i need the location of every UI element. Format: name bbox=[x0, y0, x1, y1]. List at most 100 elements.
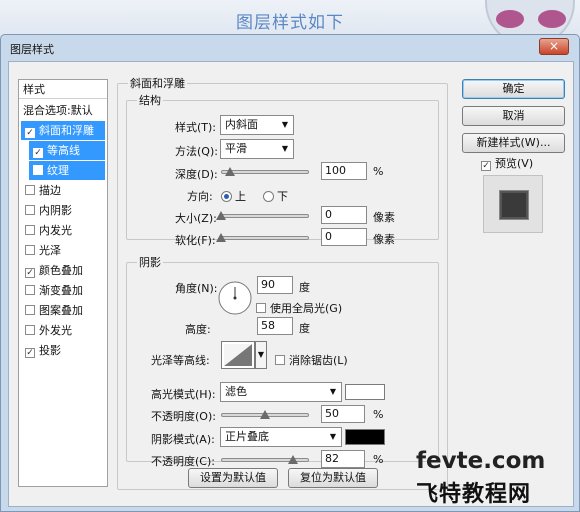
styles-list-item[interactable]: 描边 bbox=[21, 181, 105, 200]
checkbox-icon[interactable] bbox=[33, 165, 43, 175]
checkbox-icon[interactable] bbox=[25, 285, 35, 295]
global-light-checkbox[interactable]: 使用全局光(G) bbox=[256, 300, 342, 316]
cancel-button[interactable]: 取消 bbox=[462, 106, 565, 126]
checkbox-icon[interactable] bbox=[25, 245, 35, 255]
styles-list-item[interactable]: ✓ 投影 bbox=[21, 341, 105, 360]
angle-field[interactable]: 90 bbox=[257, 276, 293, 294]
close-button[interactable]: × bbox=[539, 38, 569, 55]
styles-list-item-label: 内阴影 bbox=[39, 204, 72, 217]
altitude-label: 高度: bbox=[185, 323, 211, 336]
technique-select[interactable]: 平滑 ▼ bbox=[220, 139, 294, 159]
reset-default-button[interactable]: 复位为默认值 bbox=[288, 468, 378, 488]
styles-list-item[interactable]: 内阴影 bbox=[21, 201, 105, 220]
highlight-mode-select[interactable]: 滤色 ▼ bbox=[220, 382, 342, 402]
bevel-group-title: 斜面和浮雕 bbox=[130, 77, 185, 90]
make-default-button[interactable]: 设置为默认值 bbox=[188, 468, 278, 488]
highlight-opacity-thumb[interactable] bbox=[260, 410, 270, 419]
highlight-mode-label: 高光模式(H): bbox=[151, 388, 216, 401]
style-preview-swatch bbox=[499, 190, 529, 220]
size-unit: 像素 bbox=[373, 211, 395, 224]
ok-button[interactable]: 确定 bbox=[462, 79, 565, 99]
checkbox-icon bbox=[256, 303, 266, 313]
contour-dropdown-chevron-icon[interactable]: ▼ bbox=[255, 341, 267, 369]
styles-list-item[interactable]: 内发光 bbox=[21, 221, 105, 240]
size-slider-thumb[interactable] bbox=[216, 211, 226, 220]
size-slider[interactable] bbox=[216, 211, 309, 221]
styles-list-item-label: 内发光 bbox=[39, 224, 72, 237]
preview-checkbox[interactable]: ✓ 预览(V) bbox=[481, 155, 533, 171]
dialog-client: 样式 混合选项:默认 ✓ 斜面和浮雕 ✓ 等高线 纹理 描边 内阴影 内发光 光泽 ✓ 颜色叠加 渐变叠… bbox=[8, 61, 574, 507]
styles-list-item[interactable]: 图案叠加 bbox=[21, 301, 105, 320]
direction-up-radio[interactable]: 上 bbox=[221, 188, 246, 204]
size-slider-track bbox=[221, 214, 309, 218]
highlight-color-swatch[interactable] bbox=[345, 384, 385, 400]
styles-list-item[interactable]: ✓ 颜色叠加 bbox=[21, 261, 105, 280]
shadow-opacity-slider[interactable] bbox=[221, 455, 309, 465]
highlight-opacity-field[interactable]: 50 bbox=[321, 405, 365, 423]
styles-list-item-label: 图案叠加 bbox=[39, 304, 83, 317]
watermark-site-name: 飞特教程网 bbox=[416, 482, 532, 507]
checkbox-icon[interactable] bbox=[25, 205, 35, 215]
antialias-checkbox[interactable]: 消除锯齿(L) bbox=[275, 352, 348, 368]
soften-slider[interactable] bbox=[216, 233, 309, 243]
checkbox-checked-icon[interactable]: ✓ bbox=[33, 148, 43, 158]
soften-label: 软化(F): bbox=[175, 234, 216, 247]
checkbox-icon[interactable] bbox=[25, 185, 35, 195]
watermark-domain: fevte.com bbox=[416, 448, 546, 474]
dialog-titlebar[interactable]: 图层样式 × bbox=[1, 35, 579, 61]
checkbox-checked-icon[interactable]: ✓ bbox=[25, 128, 35, 138]
styles-list-item-label: 外发光 bbox=[39, 324, 72, 337]
shadow-opacity-label: 不透明度(C): bbox=[151, 455, 215, 468]
style-select[interactable]: 内斜面 ▼ bbox=[220, 115, 294, 135]
size-field[interactable]: 0 bbox=[321, 206, 367, 224]
angle-dial[interactable] bbox=[217, 280, 253, 316]
checkbox-icon[interactable] bbox=[25, 305, 35, 315]
styles-list-item[interactable]: 外发光 bbox=[21, 321, 105, 340]
checkbox-checked-icon[interactable]: ✓ bbox=[25, 268, 35, 278]
highlight-opacity-slider[interactable] bbox=[221, 410, 309, 420]
depth-slider[interactable] bbox=[221, 167, 309, 177]
depth-field[interactable]: 100 bbox=[321, 162, 367, 180]
altitude-field[interactable]: 58 bbox=[257, 317, 293, 335]
chevron-down-icon: ▼ bbox=[329, 432, 336, 441]
highlight-mode-value: 滤色 bbox=[225, 385, 247, 398]
styles-list-item-label: 描边 bbox=[39, 184, 61, 197]
dialog-title: 图层样式 bbox=[10, 43, 54, 56]
styles-list-item-label: 纹理 bbox=[47, 164, 69, 177]
styles-list-item-label: 等高线 bbox=[47, 144, 80, 157]
styles-list-item[interactable]: ✓ 斜面和浮雕 bbox=[21, 121, 105, 140]
styles-list-header[interactable]: 样式 bbox=[19, 80, 107, 99]
technique-select-value: 平滑 bbox=[225, 142, 247, 155]
styles-list-item-label: 投影 bbox=[39, 344, 61, 357]
direction-label: 方向: bbox=[187, 190, 213, 203]
shadow-mode-label: 阴影模式(A): bbox=[151, 433, 215, 446]
radio-icon bbox=[263, 191, 274, 202]
checkbox-icon[interactable] bbox=[25, 225, 35, 235]
style-select-value: 内斜面 bbox=[225, 118, 258, 131]
new-style-button[interactable]: 新建样式(W)... bbox=[462, 133, 565, 153]
shadow-opacity-field[interactable]: 82 bbox=[321, 450, 365, 468]
chevron-down-icon: ▼ bbox=[329, 387, 336, 396]
styles-list-item[interactable]: 渐变叠加 bbox=[21, 281, 105, 300]
shadow-color-swatch[interactable] bbox=[345, 429, 385, 445]
chevron-down-icon: ▼ bbox=[281, 120, 288, 129]
shadow-mode-select[interactable]: 正片叠底 ▼ bbox=[220, 427, 342, 447]
checkbox-icon[interactable] bbox=[25, 325, 35, 335]
checkbox-icon bbox=[275, 355, 285, 365]
antialias-label: 消除锯齿(L) bbox=[289, 354, 348, 367]
styles-list-item[interactable]: ✓ 等高线 bbox=[29, 141, 105, 160]
soften-unit: 像素 bbox=[373, 233, 395, 246]
soften-field[interactable]: 0 bbox=[321, 228, 367, 246]
checkbox-checked-icon[interactable]: ✓ bbox=[25, 348, 35, 358]
styles-list-item[interactable]: 光泽 bbox=[21, 241, 105, 260]
gloss-contour-picker[interactable] bbox=[221, 341, 255, 369]
soften-slider-thumb[interactable] bbox=[216, 233, 226, 242]
styles-list-item[interactable]: 纹理 bbox=[29, 161, 105, 180]
styles-list-item-label: 光泽 bbox=[39, 244, 61, 257]
direction-down-radio[interactable]: 下 bbox=[263, 188, 288, 204]
gloss-contour-label: 光泽等高线: bbox=[151, 354, 210, 367]
shadow-opacity-thumb[interactable] bbox=[288, 455, 299, 464]
styles-list-item[interactable]: 混合选项:默认 bbox=[21, 101, 105, 120]
shading-title: 阴影 bbox=[139, 256, 161, 269]
depth-slider-thumb[interactable] bbox=[224, 167, 235, 176]
